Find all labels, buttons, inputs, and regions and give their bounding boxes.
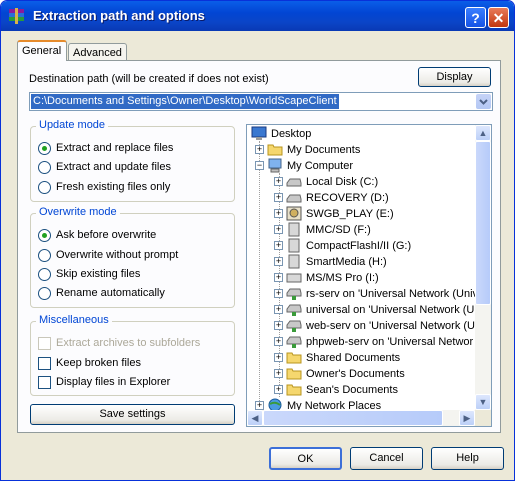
- radio-button[interactable]: [38, 268, 51, 281]
- expand-icon[interactable]: +: [274, 273, 283, 282]
- help-button[interactable]: Help: [431, 447, 504, 470]
- display-button[interactable]: Display: [418, 67, 491, 87]
- expand-icon[interactable]: +: [274, 369, 283, 378]
- expand-icon[interactable]: +: [255, 145, 264, 154]
- radio-button[interactable]: [38, 229, 51, 242]
- miscellaneous-group: Miscellaneous Extract archives to subfol…: [30, 314, 235, 396]
- vertical-scroll-thumb[interactable]: [475, 141, 491, 305]
- tree-horizontal-scrollbar[interactable]: ◀ ▶: [247, 410, 475, 426]
- radio-button[interactable]: [38, 181, 51, 194]
- checkbox[interactable]: [38, 357, 51, 370]
- drive-icon: [286, 178, 302, 187]
- radio-label: Fresh existing files only: [56, 181, 171, 193]
- network-drive-icon: [286, 304, 302, 316]
- tree-vertical-scrollbar[interactable]: ▲ ▼: [475, 125, 491, 410]
- folder-tree[interactable]: Desktop + My Documents − My Computer + L…: [246, 124, 492, 427]
- expand-icon[interactable]: +: [274, 353, 283, 362]
- expand-icon[interactable]: +: [255, 401, 264, 410]
- expand-icon[interactable]: +: [274, 337, 283, 346]
- expand-icon[interactable]: +: [274, 177, 283, 186]
- checkbox[interactable]: [38, 376, 51, 389]
- radio-label: Rename automatically: [56, 287, 165, 299]
- computer-icon: [268, 158, 282, 173]
- miscellaneous-title: Miscellaneous: [36, 314, 112, 326]
- tab-general[interactable]: General: [17, 40, 67, 61]
- update-mode-title: Update mode: [36, 119, 109, 131]
- title-close-button[interactable]: ✕: [488, 7, 509, 28]
- scroll-up-icon[interactable]: ▲: [475, 125, 491, 141]
- scroll-right-icon[interactable]: ▶: [459, 410, 475, 426]
- folder-icon: [286, 368, 302, 380]
- expand-icon[interactable]: +: [274, 193, 283, 202]
- removable-drive-icon: [288, 238, 300, 253]
- radio-button[interactable]: [38, 249, 51, 262]
- folder-icon: [267, 144, 283, 156]
- winrar-icon: [9, 8, 24, 24]
- expand-icon[interactable]: +: [274, 289, 283, 298]
- destination-path-value: C:\Documents and Settings\Owner\Desktop\…: [31, 94, 339, 109]
- horizontal-scroll-thumb[interactable]: [263, 410, 443, 426]
- network-drive-icon: [286, 320, 302, 332]
- radio-label: Overwrite without prompt: [56, 249, 179, 261]
- extraction-dialog: Extraction path and options ? ✕ General …: [0, 0, 515, 481]
- radio-label: Extract and replace files: [56, 142, 174, 154]
- network-drive-icon: [286, 288, 302, 300]
- save-settings-button[interactable]: Save settings: [30, 404, 235, 425]
- collapse-icon[interactable]: −: [255, 161, 264, 170]
- cancel-button[interactable]: Cancel: [350, 447, 423, 470]
- checkbox-label: Display files in Explorer: [56, 376, 171, 388]
- radio-button[interactable]: [38, 161, 51, 174]
- scroll-left-icon[interactable]: ◀: [247, 410, 263, 426]
- chevron-down-icon[interactable]: [476, 94, 491, 109]
- radio-button[interactable]: [38, 287, 51, 300]
- title-bar[interactable]: Extraction path and options ? ✕: [1, 1, 514, 31]
- radio-label: Ask before overwrite: [56, 229, 157, 241]
- expand-icon[interactable]: +: [274, 225, 283, 234]
- overwrite-mode-title: Overwrite mode: [36, 206, 120, 218]
- expand-icon[interactable]: +: [274, 257, 283, 266]
- expand-icon[interactable]: +: [274, 321, 283, 330]
- expand-icon[interactable]: +: [274, 385, 283, 394]
- drive-icon: [286, 194, 302, 203]
- scroll-corner: [475, 410, 491, 426]
- radio-button[interactable]: [38, 142, 51, 155]
- checkbox-label: Keep broken files: [56, 357, 141, 369]
- title-help-button[interactable]: ?: [465, 7, 486, 28]
- removable-drive-icon: [288, 222, 300, 237]
- scroll-down-icon[interactable]: ▼: [475, 394, 491, 410]
- checkbox-label: Extract archives to subfolders: [56, 337, 201, 349]
- radio-label: Skip existing files: [56, 268, 141, 280]
- expand-icon[interactable]: +: [274, 241, 283, 250]
- expand-icon[interactable]: +: [274, 305, 283, 314]
- cd-drive-icon: [286, 206, 302, 221]
- update-mode-group: Update mode Extract and replace files Ex…: [30, 119, 235, 202]
- destination-label: Destination path (will be created if doe…: [29, 73, 269, 85]
- destination-path-combo[interactable]: C:\Documents and Settings\Owner\Desktop\…: [29, 92, 493, 111]
- ok-button[interactable]: OK: [269, 447, 342, 470]
- network-drive-icon: [286, 336, 302, 348]
- removable-drive-icon: [288, 254, 300, 269]
- removable-drive-icon: [286, 273, 302, 283]
- radio-label: Extract and update files: [56, 161, 171, 173]
- desktop-icon: [251, 126, 267, 140]
- folder-icon: [286, 384, 302, 396]
- expand-icon[interactable]: +: [274, 209, 283, 218]
- overwrite-mode-group: Overwrite mode Ask before overwrite Over…: [30, 206, 235, 308]
- window-title: Extraction path and options: [33, 8, 205, 23]
- checkbox: [38, 337, 51, 350]
- folder-icon: [286, 352, 302, 364]
